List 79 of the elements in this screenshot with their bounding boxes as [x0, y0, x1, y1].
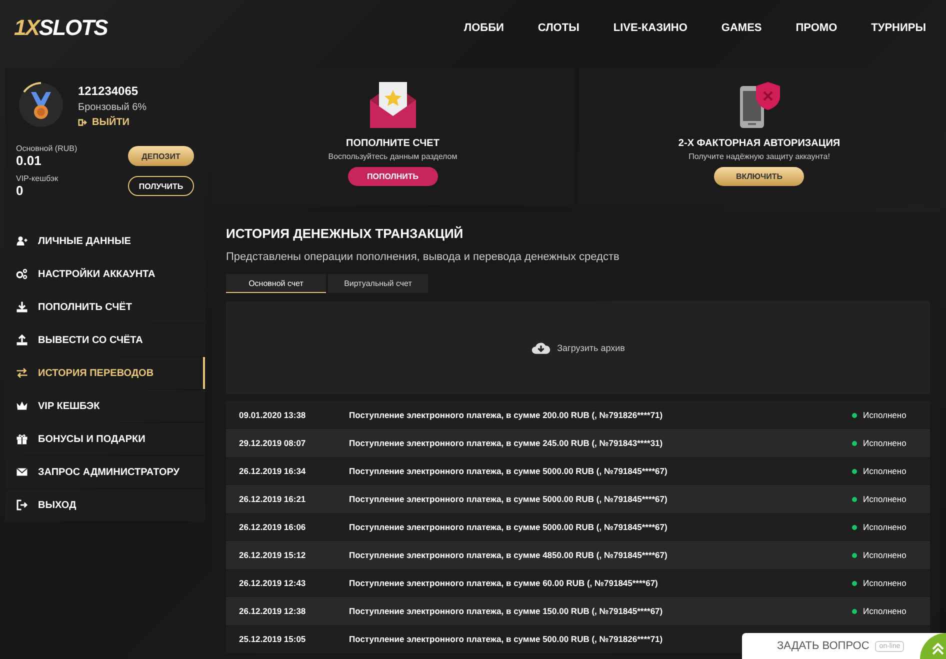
nav-link[interactable]: СЛОТЫ: [538, 22, 580, 34]
promo-text: Получите надёжную защиту аккаунта!: [688, 152, 830, 161]
account-tab[interactable]: Основной счет: [226, 274, 326, 293]
nav-link[interactable]: LIVE-КАЗИНО: [613, 22, 688, 34]
date-cell-text: 25.12.2019 15:05: [239, 634, 307, 644]
enable-button[interactable]: ВКЛЮЧИТЬ: [714, 167, 804, 186]
account-tab[interactable]: Виртуальный счет: [328, 274, 428, 293]
crown-icon: [16, 400, 28, 412]
status-text: Исполнено: [863, 494, 906, 504]
status-dot: [852, 468, 857, 474]
date-cell-text: 29.12.2019 08:07: [239, 438, 307, 448]
date-cell-text: 26.12.2019 16:21: [239, 494, 307, 504]
description-cell-text: Поступление электронного платежа, в сумме 150.00 RUB (, №791845****67): [349, 606, 664, 616]
date-cell-text: 26.12.2019 12:43: [239, 578, 307, 588]
status-text: Исполнено: [863, 466, 906, 476]
logout-link[interactable]: ВЫЙТИ: [78, 117, 147, 128]
status-text: Исполнено: [863, 522, 906, 532]
deposit-button[interactable]: ДЕПОЗИТ: [128, 146, 194, 166]
cashback-value: 0: [16, 183, 24, 198]
promo-title: 2-Х ФАКТОРНАЯ АВТОРИЗАЦИЯ: [678, 138, 840, 149]
download-icon: [16, 301, 28, 313]
top-up-button[interactable]: ПОПОЛНИТЬ: [348, 167, 438, 186]
promo-title: ПОПОЛНИТЕ СЧЕТ: [346, 138, 440, 149]
status-text: Исполнено: [863, 606, 906, 616]
status-dot: [852, 412, 857, 418]
status-dot: [852, 608, 857, 614]
exit-icon: [16, 499, 28, 511]
nav-link[interactable]: ТУРНИРЫ: [871, 22, 926, 34]
description-cell-text: Поступление электронного платежа, в сумме 4850.00 RUB (, №791845****67): [349, 550, 668, 560]
cloud-download-icon: [531, 340, 552, 355]
date-cell-text: 26.12.2019 15:12: [239, 550, 307, 560]
envelope-icon: [16, 466, 28, 478]
download-archive-link[interactable]: Загрузить архив: [531, 340, 625, 355]
upload-icon: [16, 334, 28, 346]
description-cell-text: Поступление электронного платежа, в сумме 5000.00 RUB (, №791845****67): [349, 466, 668, 476]
description-cell-text: Поступление электронного платежа, в сумме 500.00 RUB (, №791826****71): [349, 634, 664, 644]
user-plus-icon: [16, 235, 28, 247]
description-cell-text: Поступление электронного платежа, в сумме 5000.00 RUB (, №791845****67): [349, 522, 668, 532]
date-cell-text: 09.01.2020 13:38: [239, 410, 307, 420]
section-title: ИСТОРИЯ ДЕНЕЖНЫХ ТРАНЗАКЦИЙ: [226, 226, 464, 241]
date-cell-text: 26.12.2019 16:06: [239, 522, 307, 532]
sidebar-item[interactable]: ЗАПРОС АДМИНИСТРАТОРУ: [5, 456, 205, 488]
envelope-star-icon: [368, 80, 418, 130]
ask-question-link[interactable]: ЗАДАТЬ ВОПРОС: [777, 640, 870, 652]
gift-icon: [16, 433, 28, 445]
gears-icon: [16, 268, 28, 280]
description-cell-text: Поступление электронного платежа, в сумме 5000.00 RUB (, №791845****67): [349, 494, 668, 504]
sidebar-item[interactable]: VIP КЕШБЭК: [5, 390, 205, 422]
logo[interactable]: 1XSLOTS: [14, 14, 108, 40]
description-cell-text: Поступление электронного платежа, в сумме 60.00 RUB (, №791845****67): [349, 578, 659, 588]
claim-button[interactable]: ПОЛУЧИТЬ: [128, 176, 194, 196]
section-subtitle: Представлены операции пополнения, вывода и перевода денежных средств: [226, 251, 620, 263]
status-text: Исполнено: [863, 410, 906, 420]
description-cell-text: Поступление электронного платежа, в сумме 245.00 RUB (, №791843****31): [349, 438, 664, 448]
promo-text: Воспользуйтесь данным разделом: [328, 152, 458, 161]
exit-icon: [78, 118, 87, 127]
nav-link[interactable]: ПРОМО: [796, 22, 838, 34]
sidebar-item[interactable]: БОНУСЫ И ПОДАРКИ: [5, 423, 205, 455]
status-text: Исполнено: [863, 578, 906, 588]
nav-link[interactable]: GAMES: [721, 22, 762, 34]
balance-label: Основной (RUB): [16, 144, 78, 153]
level-label: Бронзовый 6%: [78, 102, 147, 113]
date-cell-text: 26.12.2019 16:34: [239, 466, 307, 476]
cashback-label: VIP-кешбэк: [16, 174, 60, 183]
exchange-arrows-icon: [16, 367, 28, 379]
status-dot: [852, 552, 857, 558]
status-text: Исполнено: [863, 438, 906, 448]
nav-link[interactable]: ЛОББИ: [464, 22, 504, 34]
status-dot: [852, 496, 857, 502]
status-text: Исполнено: [863, 550, 906, 560]
sidebar-item[interactable]: ВЫХОД: [5, 489, 205, 521]
status-dot: [852, 524, 857, 530]
medal-avatar-icon: [16, 80, 66, 130]
balance-value: 0.01: [16, 153, 42, 168]
status-dot: [852, 440, 857, 446]
status-dot: [852, 580, 857, 586]
user-id: 121234065: [78, 84, 140, 98]
date-cell-text: 26.12.2019 12:38: [239, 606, 307, 616]
description-cell-text: Поступление электронного платежа, в сумме 200.00 RUB (, №791826****71): [349, 410, 664, 420]
